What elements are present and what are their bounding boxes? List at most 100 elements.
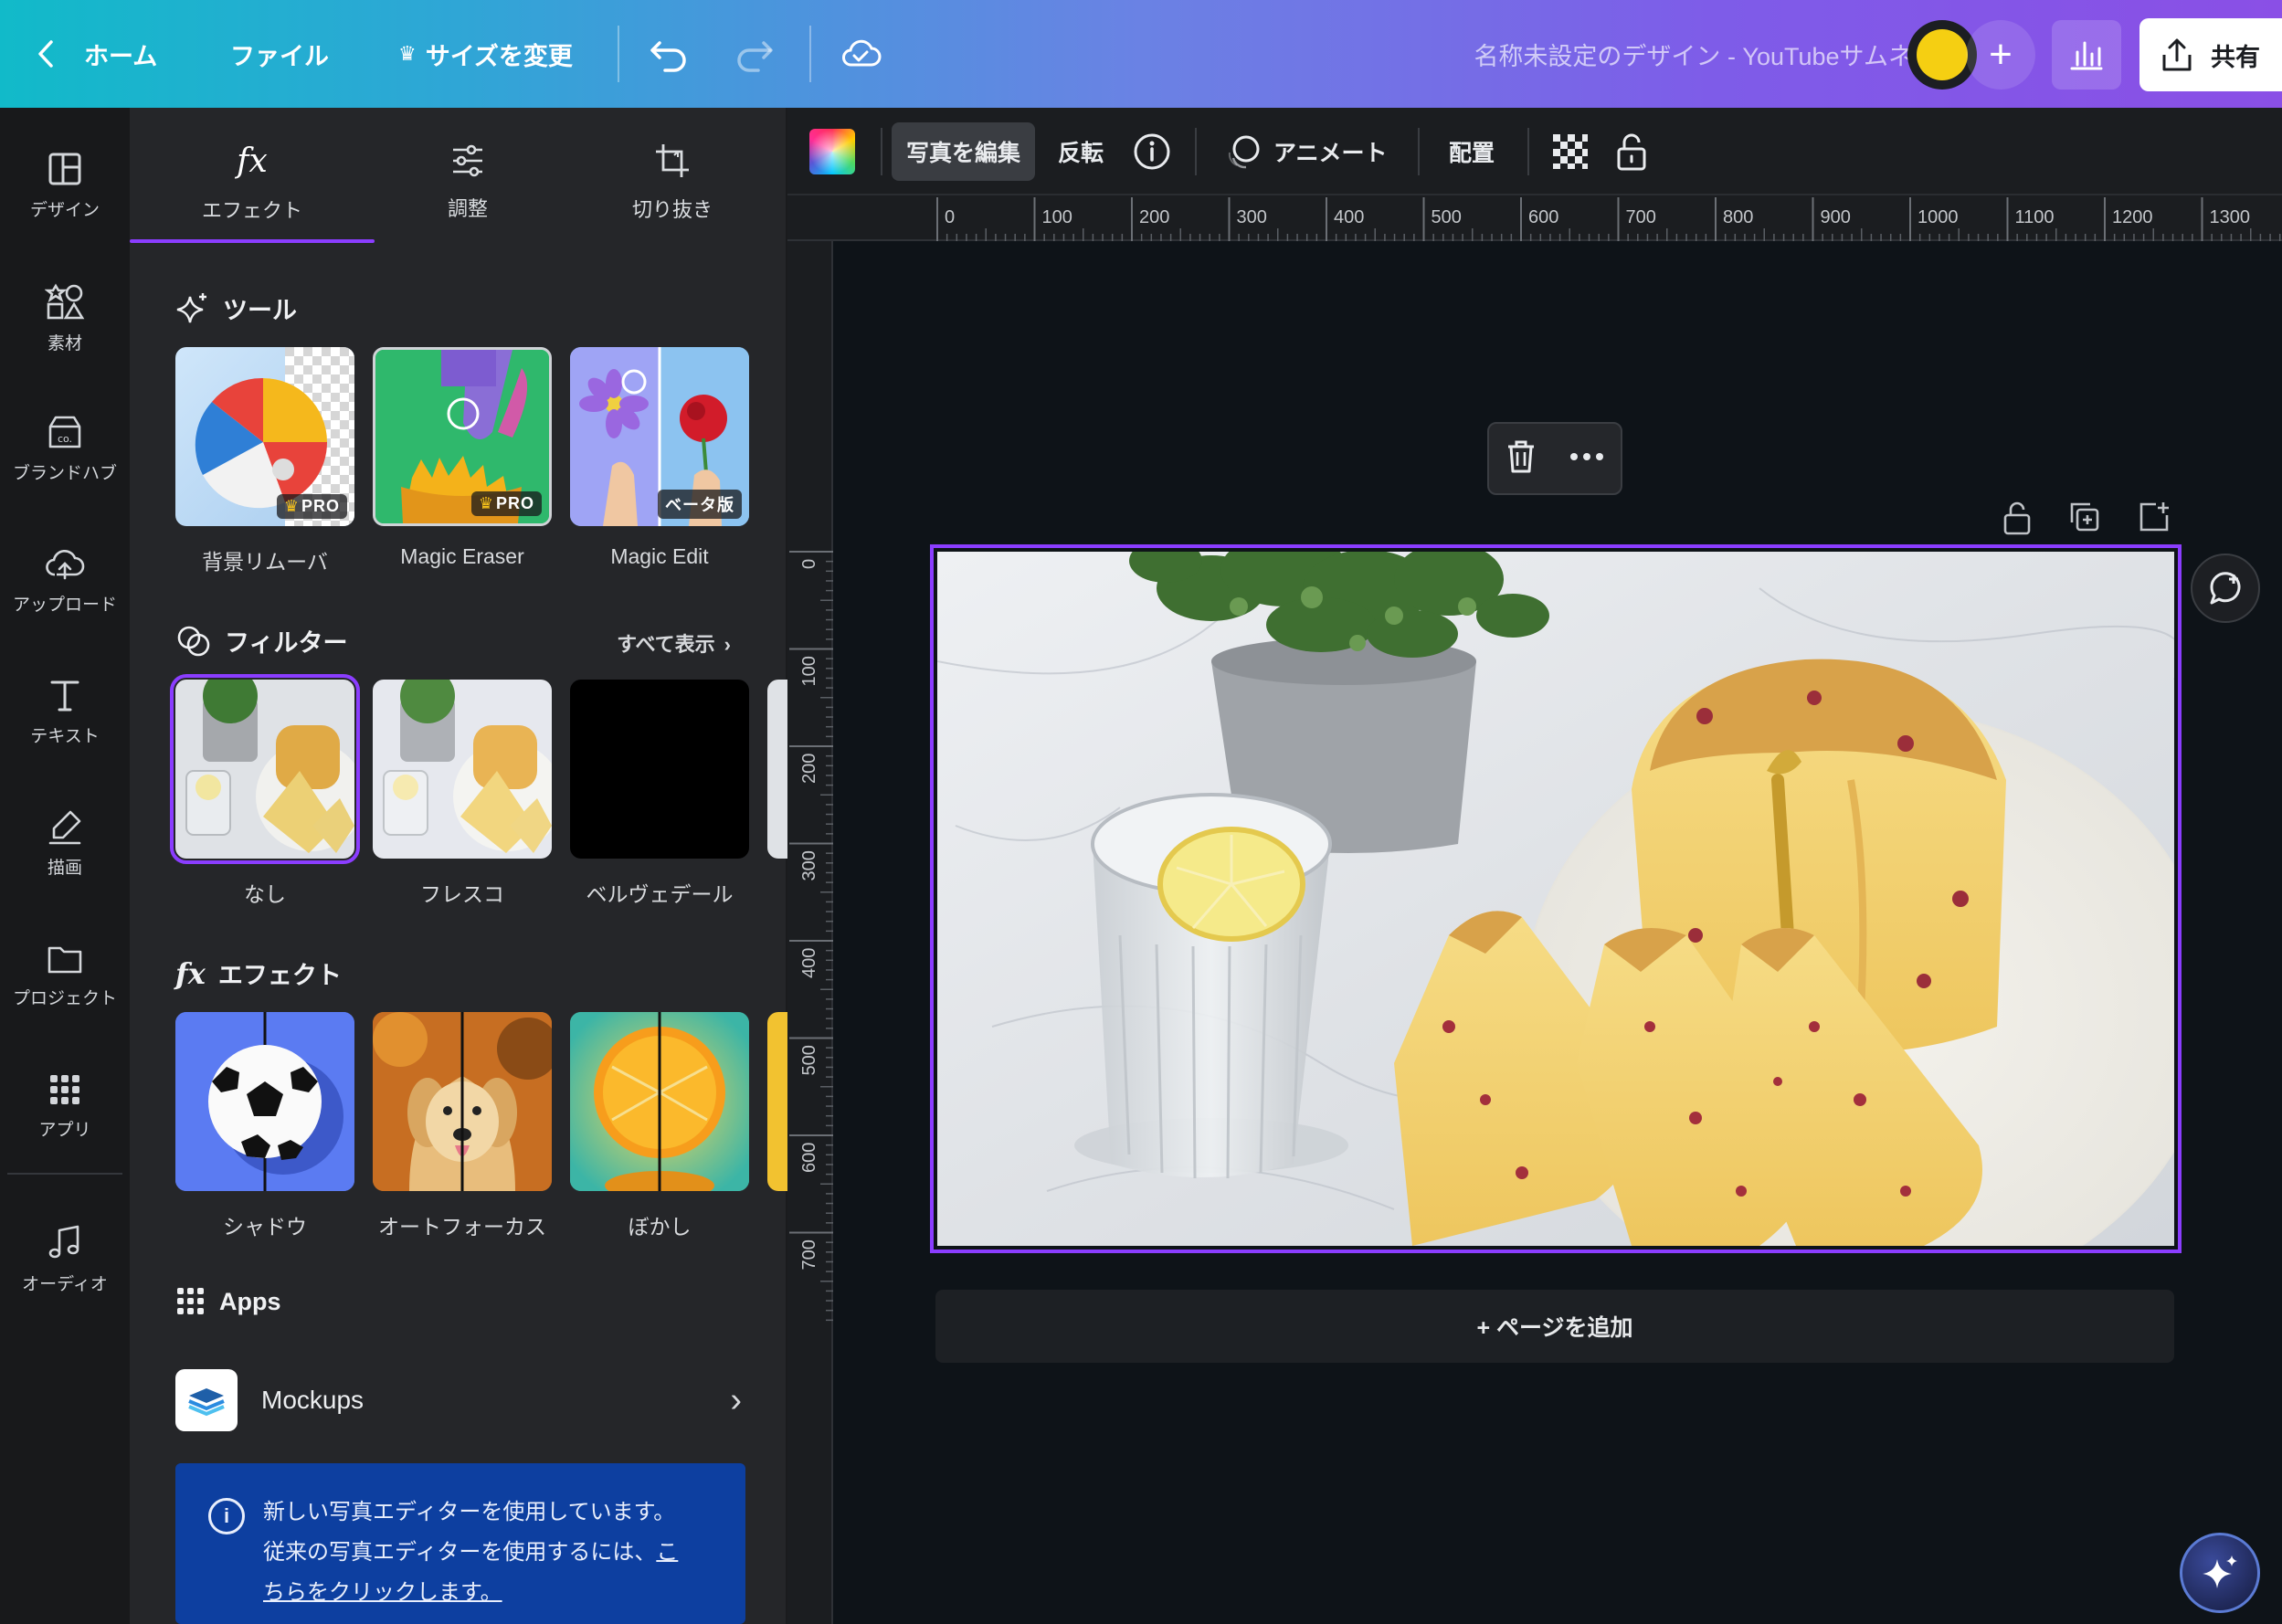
ruler-x-label: 500 [1432, 207, 1462, 227]
rail-item-projects[interactable]: プロジェクト [0, 915, 130, 1034]
ruler-x-label: 300 [1237, 207, 1267, 227]
horizontal-ruler-ticks: 0 100 200 300 400 500 600 700 800 900 1000 1100 1200… [936, 197, 2281, 241]
filter-circles-icon [177, 626, 210, 656]
selected-photo-frame[interactable] [930, 544, 2182, 1253]
info-button[interactable] [1133, 122, 1171, 181]
rail-item-draw[interactable]: 描画 [0, 784, 130, 902]
comment-plus-icon [2210, 572, 2241, 605]
ruler-y-label: 500 [799, 1045, 819, 1075]
tools-heading-label: ツール [223, 297, 297, 324]
tools-heading: ツール [175, 290, 297, 326]
filter-fresco[interactable] [373, 680, 552, 859]
add-comment-button[interactable] [2191, 554, 2260, 623]
filter-none[interactable] [170, 674, 360, 864]
edit-photo-label: 写真を編集 [906, 141, 1021, 166]
rail-item-label: アプリ [38, 1120, 91, 1140]
more-horizontal-icon [1570, 453, 1603, 460]
unlock-icon [2003, 501, 2031, 535]
tab-label: 調整 [447, 197, 488, 220]
tab-adjust[interactable]: 調整 [376, 126, 559, 239]
tab-effects[interactable]: fx エフェクト [161, 126, 343, 239]
ruler-x-label: 1100 [2015, 207, 2055, 227]
delete-button[interactable] [1505, 438, 1537, 480]
ruler-x-label: 800 [1723, 207, 1753, 227]
folder-icon [48, 946, 82, 973]
share-button[interactable]: 共有 [2139, 18, 2282, 91]
rail-item-brand-hub[interactable]: co. ブランドハブ [0, 389, 130, 508]
effect-blur[interactable] [570, 1012, 749, 1191]
rail-item-uploads[interactable]: アップロード [0, 521, 130, 639]
add-page-button[interactable]: + ページを追加 [935, 1290, 2174, 1363]
ruler-x-label: 1000 [1918, 207, 1959, 227]
effect-label: オートフォーカス [378, 1215, 546, 1239]
tool-magic-eraser[interactable]: ♛ PRO [373, 347, 552, 526]
rail-item-elements[interactable]: 素材 [0, 258, 130, 376]
edit-photo-panel: fx エフェクト 調整 切り抜き ツール ♛ PRO 背景リムーバ ♛ PRO … [130, 108, 787, 1624]
insights-button[interactable] [2052, 20, 2121, 90]
effects-heading-label: エフェクト [217, 962, 342, 989]
music-note-icon [48, 1225, 79, 1258]
transparency-button[interactable] [1551, 122, 1590, 181]
rail-item-design[interactable]: デザイン [0, 126, 130, 245]
notice-line-3: ちらをクリックします。 [263, 1573, 716, 1613]
flip-button[interactable]: 反転 [1058, 122, 1104, 181]
edit-photo-button[interactable]: 写真を編集 [892, 122, 1036, 181]
bar-chart-icon [2070, 41, 2103, 70]
rail-item-audio[interactable]: オーディオ [0, 1200, 130, 1319]
resize-button[interactable]: ♛ サイズを変更 [398, 27, 573, 80]
filters-see-all-link[interactable]: すべて表示 › [617, 628, 731, 658]
legacy-editor-link[interactable]: ちらをクリックします。 [263, 1580, 502, 1605]
app-mockups[interactable]: Mockups › [175, 1359, 742, 1441]
undo-button[interactable] [649, 27, 689, 80]
add-page-icon-button[interactable] [2138, 501, 2171, 540]
effect-next-peek[interactable] [767, 1012, 787, 1191]
lock-page-button[interactable] [2002, 501, 2032, 540]
sliders-icon [453, 144, 482, 177]
trash-icon [1508, 440, 1534, 472]
filter-label: なし [244, 882, 286, 906]
avatar-image [1917, 29, 1968, 80]
design-title[interactable]: 名称未設定のデザイン - YouTubeサムネイル [1474, 37, 1962, 72]
photo-cake-still-life[interactable] [937, 552, 2174, 1246]
ruler-y-label: 100 [799, 656, 819, 686]
effect-shadow[interactable] [175, 1012, 354, 1191]
elements-icon [45, 282, 85, 319]
header-divider [618, 26, 619, 82]
file-menu-button[interactable]: ファイル [230, 27, 329, 80]
home-button[interactable]: ホーム [33, 27, 157, 80]
filters-heading: フィルター [175, 623, 347, 659]
color-picker-button[interactable] [809, 122, 855, 181]
duplicate-icon [2070, 502, 2099, 532]
animate-button[interactable]: アニメート [1224, 122, 1388, 181]
tool-magic-edit[interactable]: ベータ版 [570, 347, 749, 526]
chevron-right-icon: › [724, 633, 731, 656]
invite-button[interactable]: + [1966, 20, 2035, 90]
save-status-button[interactable] [839, 27, 882, 80]
rail-item-apps[interactable]: アプリ [0, 1047, 130, 1165]
magic-assistant-button[interactable] [2180, 1533, 2260, 1613]
duplicate-page-button[interactable] [2068, 501, 2101, 540]
filter-next-peek[interactable] [767, 680, 787, 859]
pro-badge: ♛ PRO [276, 494, 347, 519]
rail-item-label: アップロード [12, 595, 117, 615]
legacy-editor-link[interactable]: こ [656, 1540, 678, 1565]
rail-item-label: ブランドハブ [12, 463, 117, 483]
lock-button[interactable] [1615, 122, 1648, 181]
effect-autofocus[interactable] [373, 1012, 552, 1191]
filter-preview-image [175, 680, 354, 859]
toolbar-divider [1195, 128, 1197, 175]
tab-label: 切り抜き [631, 198, 713, 221]
ruler-y-label: 400 [799, 948, 819, 978]
ruler-y-label: 0 [799, 559, 819, 569]
flip-label: 反転 [1058, 141, 1104, 166]
mockups-icon [175, 1369, 238, 1431]
tab-crop[interactable]: 切り抜き [581, 126, 764, 239]
position-button[interactable]: 配置 [1449, 122, 1495, 181]
redo-button[interactable] [734, 27, 775, 80]
filter-belvedere[interactable] [570, 680, 749, 859]
more-options-button[interactable] [1569, 450, 1605, 467]
share-upload-icon [2162, 38, 2192, 71]
tool-background-remover[interactable]: ♛ PRO [175, 347, 354, 526]
rail-item-text[interactable]: テキスト [0, 652, 130, 771]
ruler-y-label: 200 [799, 754, 819, 784]
